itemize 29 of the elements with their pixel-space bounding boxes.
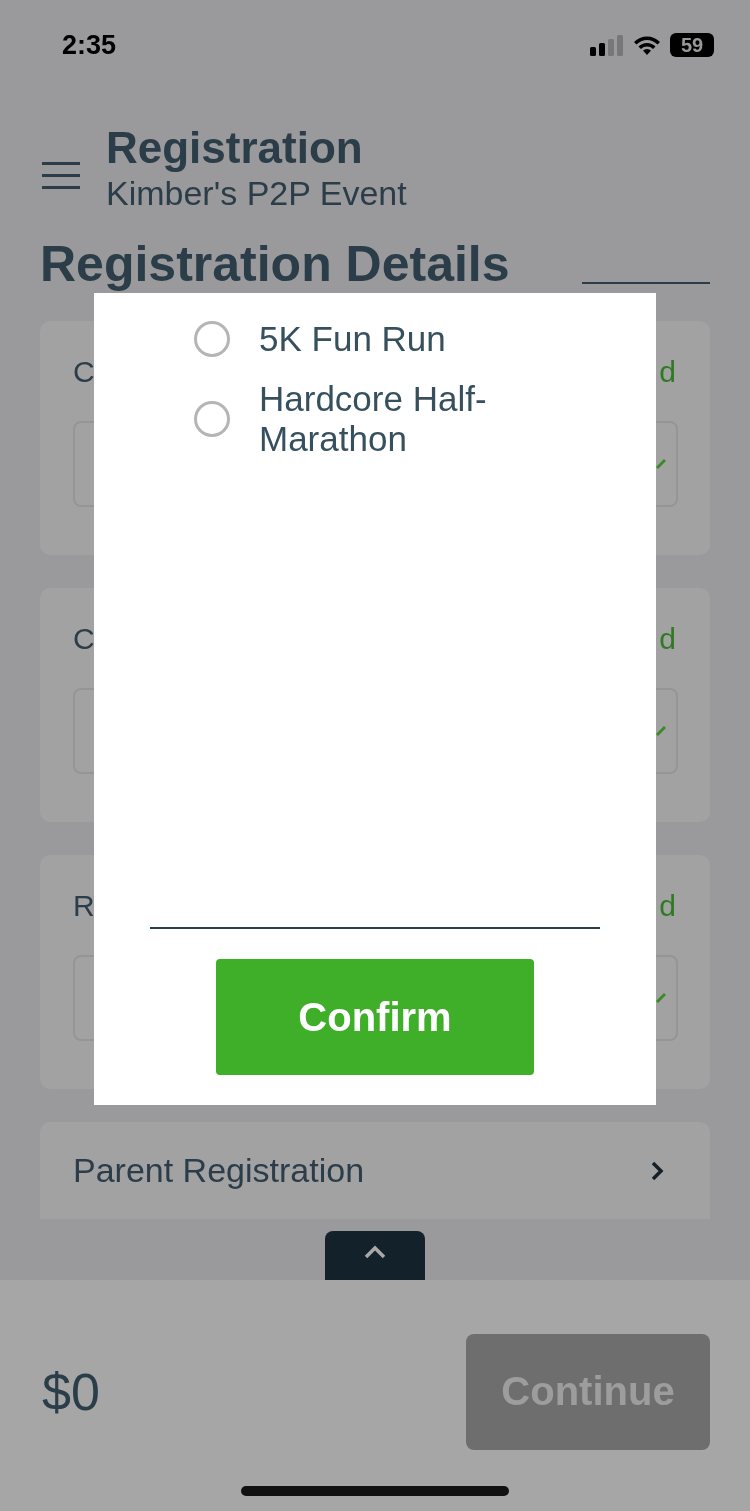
chevron-right-icon [650, 1159, 664, 1182]
radio-button[interactable] [194, 401, 230, 437]
status-text: d [659, 622, 676, 657]
confirm-button[interactable]: Confirm [216, 959, 534, 1075]
event-name: Kimber's P2P Event [106, 173, 407, 213]
status-time: 2:35 [62, 29, 117, 61]
option-label: Hardcore Half-Marathon [259, 379, 488, 459]
wifi-icon [632, 34, 662, 56]
check-icon [656, 992, 666, 1004]
radio-option[interactable]: 5K Fun Run [150, 319, 600, 359]
field-label: C [73, 622, 95, 657]
chevron-up-icon [364, 1244, 386, 1259]
page-title: Registration [106, 123, 364, 173]
field-label: R [73, 889, 95, 924]
battery-level: 59 [670, 33, 714, 57]
total-amount: $0 [42, 1361, 100, 1422]
option-label: 5K Fun Run [259, 319, 446, 359]
radio-button[interactable] [194, 321, 230, 357]
status-text: d [659, 355, 676, 390]
menu-icon[interactable] [42, 162, 80, 190]
radio-option[interactable]: Hardcore Half-Marathon [150, 379, 600, 459]
section-title: Registration Details [40, 235, 510, 294]
parent-registration-row[interactable]: Parent Registration [40, 1122, 710, 1219]
expand-tab[interactable] [325, 1231, 425, 1280]
field-label: C [73, 355, 95, 390]
check-icon [656, 725, 666, 737]
check-icon [656, 458, 666, 470]
signal-icon [590, 34, 624, 56]
status-text: d [659, 889, 676, 924]
